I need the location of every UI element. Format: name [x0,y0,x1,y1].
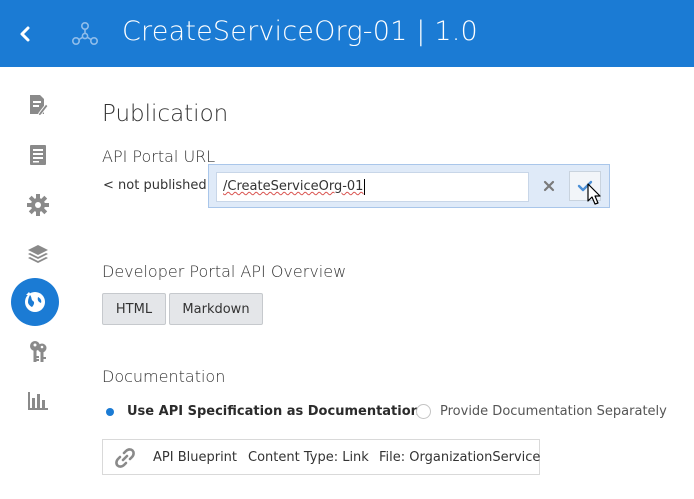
text-caret [364,178,366,195]
sidebar-item-deployments[interactable] [0,231,75,275]
chevron-left-icon [20,26,30,42]
sidebar-item-overview[interactable] [0,83,75,127]
doc-file-reference: File: OrganizationService [379,450,541,465]
section-title: Publication [102,101,229,127]
provide-docs-separately-label[interactable]: Provide Documentation Separately [440,404,667,419]
close-icon [543,180,555,192]
url-prefix-text: < not published > [103,178,222,193]
header-bar: CreateServiceOrg-01 | 1.0 [0,0,694,67]
markdown-format-button[interactable]: Markdown [169,293,263,325]
developer-portal-label: Developer Portal API Overview [102,262,347,281]
link-icon [115,448,135,468]
doc-content-type: Content Type: Link [248,450,369,465]
mouse-pointer-icon [587,183,601,205]
keys-icon [29,341,46,362]
url-input-value: /CreateServiceOrg-01 [223,179,364,194]
page-title: CreateServiceOrg-01 | 1.0 [122,16,478,47]
use-api-spec-radio[interactable] [102,404,117,419]
documentation-file-box: API Blueprint Content Type: Link File: O… [102,439,540,475]
globe-publish-icon [25,292,45,312]
doc-file-name[interactable]: API Blueprint [153,450,237,465]
cancel-edit-button[interactable] [539,176,559,196]
html-format-button[interactable]: HTML [102,293,166,325]
layers-icon [27,245,48,263]
url-inline-editor: /CreateServiceOrg-01 [208,164,610,208]
gear-icon [26,194,49,216]
sidebar-item-analytics[interactable] [0,379,75,423]
provide-docs-separately-radio[interactable] [416,404,431,419]
documentation-label: Documentation [102,367,226,386]
sidebar-nav [0,67,75,427]
bar-chart-icon [27,392,48,410]
sidebar-item-policies[interactable] [0,133,75,177]
document-edit-icon [29,95,49,117]
api-portal-url-label: API Portal URL [102,147,216,166]
use-api-spec-label[interactable]: Use API Specification as Documentation [127,404,420,419]
sidebar-item-grants[interactable] [0,330,75,374]
sidebar-item-publication[interactable] [11,278,59,326]
list-document-icon [29,145,46,165]
api-nodes-icon [71,21,98,45]
api-portal-url-input[interactable]: /CreateServiceOrg-01 [216,172,529,202]
sidebar-item-settings[interactable] [0,183,75,227]
back-button[interactable] [10,18,40,50]
